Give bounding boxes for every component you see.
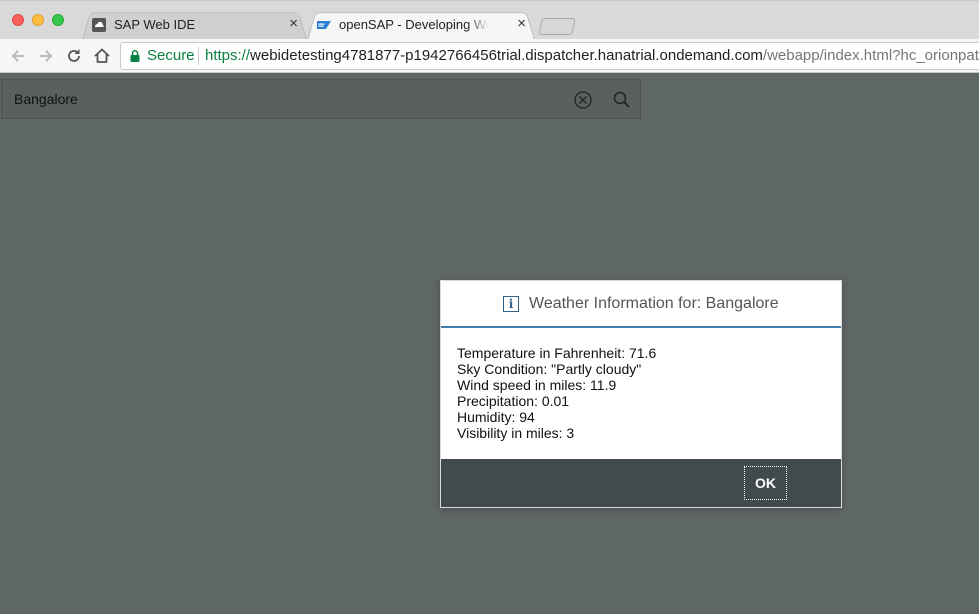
search-input[interactable]: Bangalore (14, 91, 78, 107)
tab-title: openSAP - Developing Web Ap (339, 17, 489, 32)
info-icon: i (503, 296, 519, 312)
url-scheme: https:// (205, 47, 251, 64)
dialog-header: i Weather Information for: Bangalore (441, 281, 841, 328)
tab-close-icon[interactable]: × (517, 16, 526, 32)
address-bar[interactable]: Secure https://webidetesting4781877-p194… (120, 42, 979, 70)
home-icon (94, 48, 110, 63)
sap-web-ide-favicon-icon (92, 18, 106, 32)
clear-icon[interactable] (573, 90, 593, 110)
browser-toolbar: Secure https://webidetesting4781877-p194… (0, 39, 979, 73)
reload-button[interactable] (64, 46, 84, 66)
humidity-text: Humidity: 94 (457, 409, 535, 425)
page-content: Bangalore i Weather Information for: Ban… (0, 73, 979, 614)
temperature-text: Temperature in Fahrenheit: 71.6 (457, 345, 657, 361)
tab-sap-web-ide[interactable]: SAP Web IDE × (82, 10, 307, 40)
dialog-footer: OK (441, 459, 841, 507)
minimize-window-button[interactable] (32, 14, 44, 26)
tab-close-icon[interactable]: × (289, 16, 298, 32)
lock-icon (130, 50, 140, 62)
search-field[interactable]: Bangalore (1, 79, 641, 119)
precipitation-text: Precipitation: 0.01 (457, 393, 570, 409)
search-icon[interactable] (612, 90, 632, 110)
forward-button[interactable] (36, 46, 56, 66)
weather-info-dialog: i Weather Information for: Bangalore Tem… (440, 280, 842, 508)
dialog-body: Temperature in Fahrenheit: 71.6 Sky Cond… (457, 345, 656, 441)
back-button[interactable] (8, 46, 28, 66)
arrow-left-icon (11, 50, 24, 62)
browser-titlebar: SAP Web IDE × openSAP - Developing Web A… (0, 0, 979, 40)
arrow-right-icon (40, 50, 53, 62)
ok-button[interactable]: OK (744, 466, 787, 500)
sap-logo-favicon-icon (317, 21, 331, 29)
tab-title: SAP Web IDE (114, 17, 196, 32)
url-host: webidetesting4781877-p1942766456trial.di… (250, 47, 763, 64)
url-path: /webapp/index.html?hc_orionpat (762, 47, 979, 64)
address-separator (198, 47, 199, 65)
close-window-button[interactable] (12, 14, 24, 26)
home-button[interactable] (92, 46, 112, 66)
zoom-window-button[interactable] (52, 14, 64, 26)
url-text[interactable]: https://webidetesting4781877-p1942766456… (205, 47, 979, 64)
reload-icon (68, 49, 80, 62)
wind-speed-text: Wind speed in miles: 11.9 (457, 377, 617, 393)
new-tab-button[interactable] (538, 18, 576, 35)
visibility-text: Visibility in miles: 3 (457, 425, 575, 441)
secure-label: Secure (147, 47, 195, 64)
sky-condition-text: Sky Condition: "Partly cloudy" (457, 361, 642, 377)
dialog-title: Weather Information for: Bangalore (529, 295, 779, 312)
tab-opensap[interactable]: openSAP - Developing Web Ap × (307, 10, 535, 40)
